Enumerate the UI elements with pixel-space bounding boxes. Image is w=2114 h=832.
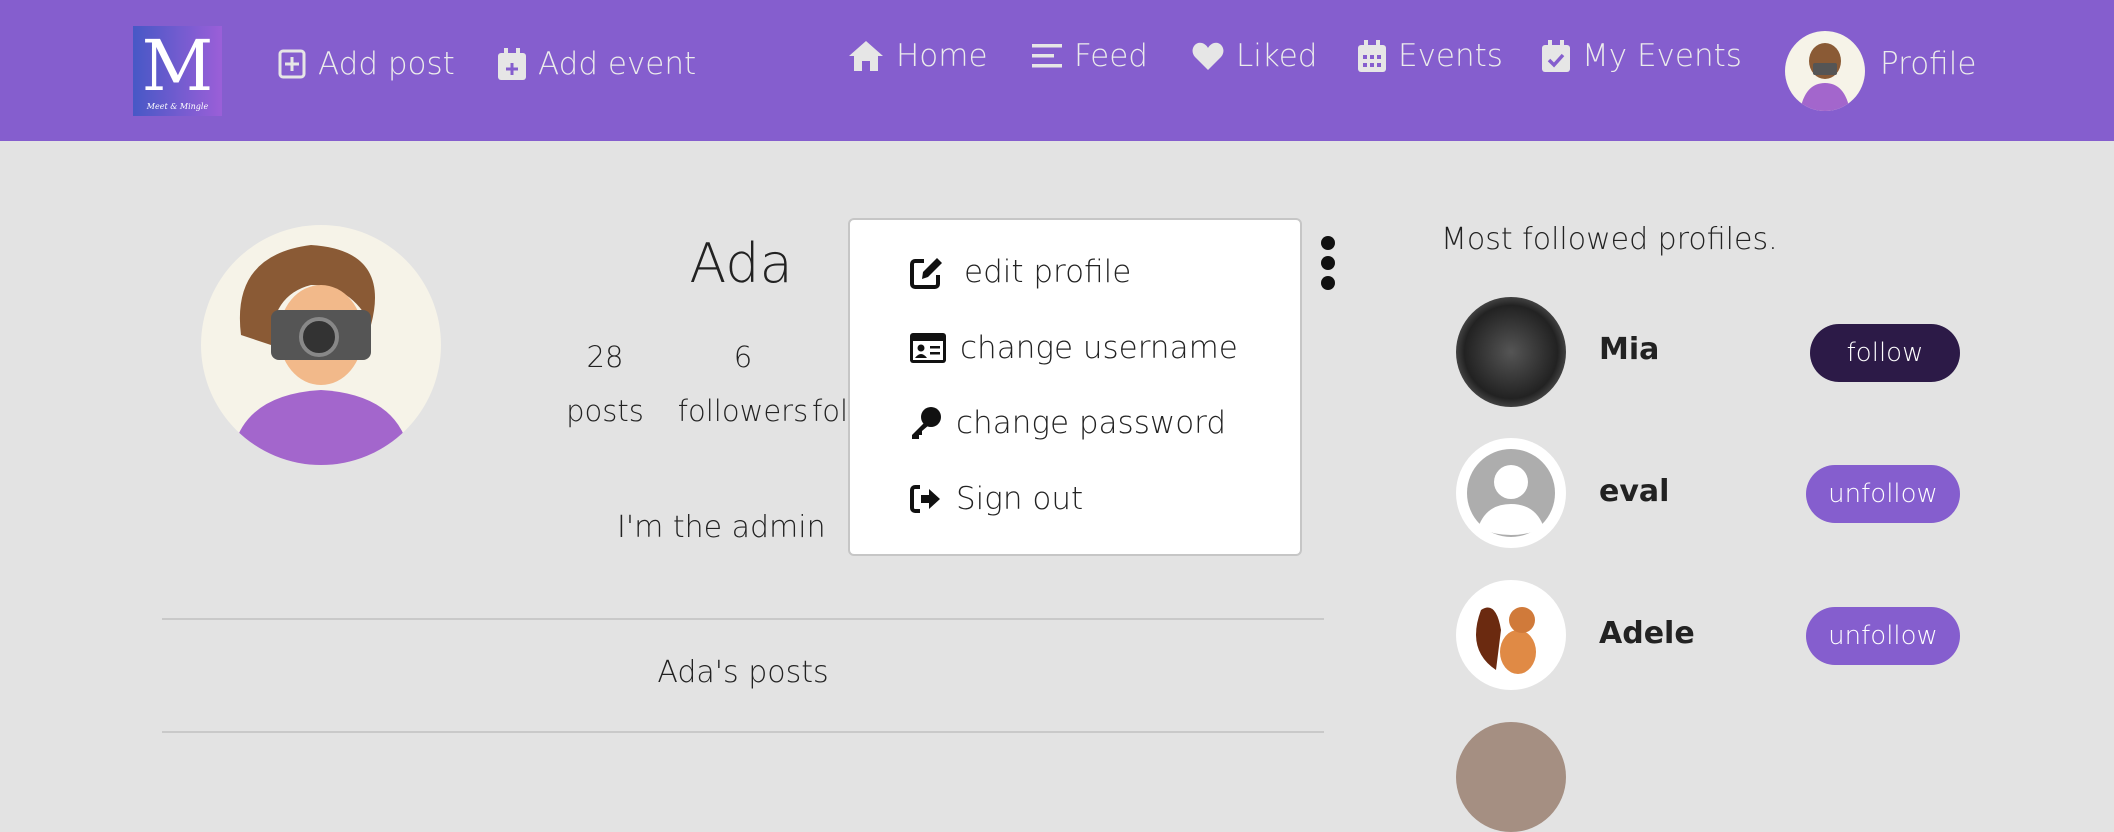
key-icon — [912, 407, 941, 439]
followers-count: 6 — [733, 340, 753, 374]
vertical-dots-icon — [1321, 236, 1335, 290]
stat-followers[interactable]: 6 followers — [673, 330, 813, 438]
calendar-check-icon — [1542, 40, 1570, 72]
menu-change-password[interactable]: change password — [910, 405, 1226, 441]
menu-change-password-label: change password — [956, 405, 1227, 441]
nav-my-events[interactable]: My Events — [1542, 38, 1742, 74]
nav-profile-label: Profile — [1880, 46, 1977, 82]
nav-add-post[interactable]: Add post — [278, 46, 455, 82]
nav-liked[interactable]: Liked — [1192, 38, 1317, 74]
edit-icon — [910, 258, 942, 289]
most-followed-title: Most followed profiles. — [1441, 222, 1778, 257]
logo-letter: M — [141, 25, 214, 107]
menu-sign-out-label: Sign out — [956, 481, 1084, 517]
menu-sign-out[interactable]: Sign out — [910, 481, 1083, 517]
avatar[interactable] — [1456, 722, 1566, 832]
nav-feed-label: Feed — [1074, 38, 1148, 74]
avatar[interactable] — [1456, 297, 1566, 407]
profile-bio: I'm the admin — [617, 510, 826, 545]
posts-label: posts — [566, 394, 644, 428]
menu-change-username-label: change username — [960, 330, 1238, 366]
nav-liked-label: Liked — [1236, 38, 1318, 74]
divider — [162, 618, 1324, 620]
nav-events[interactable]: Events — [1358, 38, 1503, 74]
profile-name-adele[interactable]: Adele — [1599, 616, 1695, 651]
logo[interactable]: M Meet & Mingle — [133, 26, 222, 116]
unfollow-button[interactable]: unfollow — [1806, 607, 1960, 665]
follow-button[interactable]: follow — [1810, 324, 1960, 382]
menu-edit-profile[interactable]: edit profile — [910, 254, 1131, 290]
menu-edit-profile-label: edit profile — [964, 254, 1132, 290]
profile-dropdown-menu: edit profile change username change pass… — [848, 218, 1302, 556]
divider — [162, 731, 1324, 733]
home-icon — [849, 41, 883, 71]
plus-square-icon — [278, 49, 306, 79]
nav-add-event[interactable]: Add event — [498, 46, 696, 82]
logo-tagline: Meet & Mingle — [146, 102, 209, 111]
unfollow-button[interactable]: unfollow — [1806, 465, 1960, 523]
calendar-icon — [1358, 40, 1386, 72]
nav-add-post-label: Add post — [318, 46, 455, 82]
profile-name: Ada — [689, 232, 793, 295]
stat-posts[interactable]: 28 posts — [555, 330, 655, 438]
followers-label: followers — [677, 394, 809, 428]
posts-heading: Ada's posts — [657, 655, 829, 690]
top-navbar: M Meet & Mingle Add post Add event Home F… — [0, 0, 2114, 141]
avatar[interactable] — [1456, 438, 1566, 548]
nav-home-label: Home — [896, 38, 988, 74]
nav-home[interactable]: Home — [848, 38, 988, 74]
posts-count: 28 — [586, 340, 624, 374]
nav-events-label: Events — [1398, 38, 1503, 74]
sign-out-icon — [910, 485, 940, 513]
id-card-icon — [910, 333, 946, 363]
feed-lines-icon — [1032, 44, 1062, 68]
calendar-plus-icon — [498, 48, 526, 80]
profile-name-eval[interactable]: eval — [1599, 474, 1669, 509]
profile-avatar — [201, 225, 441, 465]
nav-add-event-label: Add event — [538, 46, 697, 82]
menu-change-username[interactable]: change username — [910, 330, 1238, 366]
profile-name-mia[interactable]: Mia — [1599, 332, 1659, 367]
avatar[interactable] — [1456, 580, 1566, 690]
kebab-menu-button[interactable] — [1320, 236, 1336, 294]
nav-feed[interactable]: Feed — [1032, 38, 1148, 74]
nav-profile-avatar[interactable] — [1785, 31, 1865, 111]
nav-my-events-label: My Events — [1582, 38, 1742, 74]
nav-profile[interactable]: Profile — [1880, 46, 1976, 82]
heart-icon — [1192, 42, 1224, 70]
